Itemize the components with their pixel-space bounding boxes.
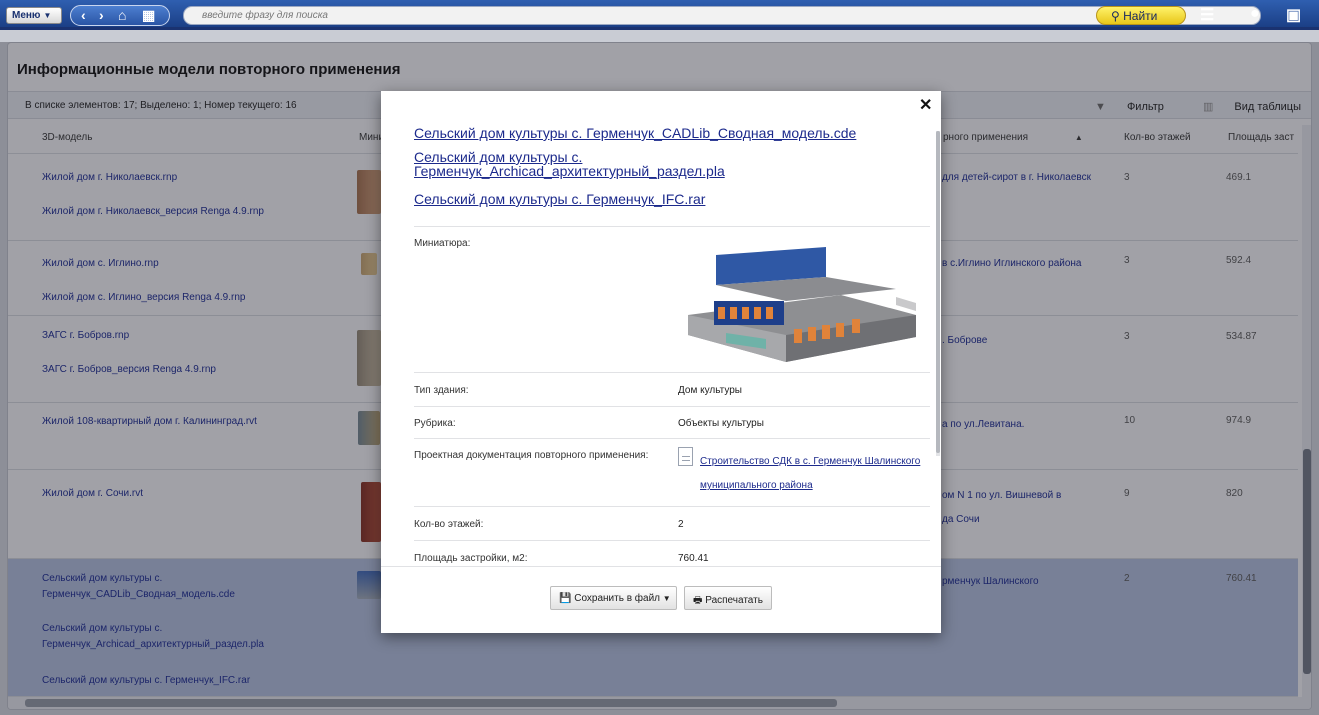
nav-group: ‹ › ⌂ ▦ [70, 5, 170, 26]
details-modal: ✕ Сельский дом культуры с. Герменчук_CAD… [381, 91, 941, 633]
grid-icon[interactable]: ▦ [142, 7, 155, 24]
back-icon[interactable]: ‹ [81, 7, 86, 23]
prop-floors: Кол-во этажей: 2 [414, 506, 930, 540]
modal-file-link-pla[interactable]: Сельский дом культуры с. [414, 150, 582, 164]
find-button[interactable]: ⚲ Найти [1096, 6, 1186, 25]
prop-label: Кол-во этажей: [414, 519, 484, 530]
modal-file-link-cde[interactable]: Сельский дом культуры с. Герменчук_CADLi… [414, 126, 856, 140]
modal-file-link-ifc[interactable]: Сельский дом культуры с. Герменчук_IFC.r… [414, 192, 705, 206]
prop-label: Площадь застройки, м2: [414, 553, 528, 564]
floppy-icon: 💾 [559, 593, 572, 604]
project-doc-link[interactable]: Строительство СДК в с. Герменчук Шалинск… [700, 451, 920, 472]
prop-label: Тип здания: [414, 385, 469, 396]
prop-thumbnail: Миниатюра: [414, 226, 930, 372]
menu-label: Меню [12, 10, 41, 21]
caret-down-icon: ▼ [662, 594, 671, 603]
prop-value: Объекты культуры [678, 418, 764, 429]
prop-value: 760.41 [678, 553, 709, 564]
printer-icon: 🖶 [693, 595, 703, 606]
document-icon [678, 447, 693, 466]
prop-label: Проектная документация повторного примен… [414, 450, 649, 461]
hamburger-icon[interactable]: ☰ [1200, 5, 1214, 25]
modal-footer: 💾 Сохранить в файл ▼ 🖶 Распечатать [381, 566, 941, 633]
prop-label: Миниатюра: [414, 238, 471, 249]
print-button[interactable]: 🖶 Распечатать [684, 586, 772, 610]
project-doc-link-line2[interactable]: муниципального района [700, 475, 813, 496]
menu-button[interactable]: Меню ▼ [6, 7, 62, 24]
find-label: Найти [1123, 9, 1158, 23]
close-icon[interactable]: ✕ [919, 95, 932, 115]
prop-label: Рубрика: [414, 418, 456, 429]
home-icon[interactable]: ⌂ [118, 7, 126, 23]
prop-area: Площадь застройки, м2: 760.41 [414, 540, 930, 566]
prop-category: Рубрика: Объекты культуры [414, 406, 930, 438]
forward-icon[interactable]: › [99, 7, 104, 23]
prop-value: Дом культуры [678, 385, 742, 396]
modal-file-link-pla-line2[interactable]: Герменчук_Archicad_архитектурный_раздел.… [414, 164, 725, 178]
save-label: Сохранить в файл [574, 593, 661, 604]
print-label: Распечатать [705, 595, 763, 606]
caret-down-icon: ▼ [43, 11, 52, 20]
prop-value: 2 [678, 519, 684, 530]
building-thumbnail [688, 247, 916, 362]
search-icon: ⚲ [1111, 9, 1120, 23]
user-icon[interactable]: ● [1250, 5, 1260, 23]
top-bar: Меню ▼ ‹ › ⌂ ▦ введите фразу для поиска ⚲… [0, 0, 1319, 30]
save-to-file-button[interactable]: 💾 Сохранить в файл ▼ [550, 586, 677, 610]
prop-building-type: Тип здания: Дом культуры [414, 372, 930, 406]
prop-project-doc: Проектная документация повторного примен… [414, 438, 930, 506]
message-icon[interactable]: ▣ [1286, 5, 1301, 25]
